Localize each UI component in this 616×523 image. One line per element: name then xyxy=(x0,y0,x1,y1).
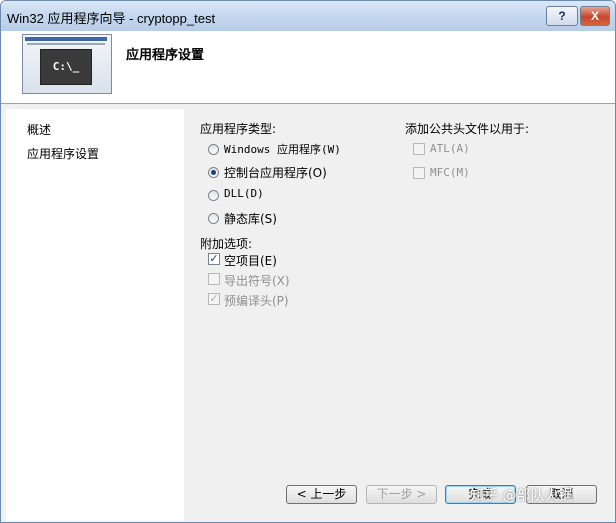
title-bar: Win32 应用程序向导 - cryptopp_test ? X xyxy=(1,1,615,31)
radio-dll[interactable] xyxy=(208,190,219,201)
radio-dll-label[interactable]: DLL(D) xyxy=(224,187,264,200)
watermark-text: 知乎 @部队火锅 xyxy=(470,488,573,504)
radio-console-app-label[interactable]: 控制台应用程序(O) xyxy=(224,164,327,181)
wizard-header: C:\_ 应用程序设置 xyxy=(1,31,615,104)
extra-options-heading: 附加选项: xyxy=(200,237,253,251)
console-prompt: C:\_ xyxy=(40,49,92,85)
checkbox-precompiled-header: ✓ xyxy=(208,292,220,305)
checkbox-empty-project[interactable]: ✓ xyxy=(208,253,220,265)
close-button[interactable]: X xyxy=(580,6,610,26)
checkbox-export-symbols-label: 导出符号(X) xyxy=(224,274,290,288)
checkbox-atl xyxy=(413,143,425,155)
common-headers-heading: 添加公共头文件以用于: xyxy=(405,122,530,136)
radio-console-app[interactable] xyxy=(208,167,219,178)
prev-button[interactable]: < 上一步 xyxy=(286,485,357,504)
checkbox-atl-label: ATL(A) xyxy=(430,142,470,155)
help-button[interactable]: ? xyxy=(546,6,578,26)
radio-static-lib[interactable] xyxy=(208,213,219,224)
app-type-heading: 应用程序类型: xyxy=(200,122,277,136)
wizard-window: Win32 应用程序向导 - cryptopp_test ? X C:\_ 应用… xyxy=(0,0,616,523)
help-icon: ? xyxy=(558,9,566,23)
sidebar-item-app-settings[interactable]: 应用程序设置 xyxy=(27,145,99,162)
radio-windows-app-label[interactable]: Windows 应用程序(W) xyxy=(224,141,341,157)
close-icon: X xyxy=(590,9,599,23)
radio-static-lib-label[interactable]: 静态库(S) xyxy=(224,210,277,227)
window-title: Win32 应用程序向导 - cryptopp_test xyxy=(7,11,216,26)
page-title: 应用程序设置 xyxy=(126,48,205,63)
checkbox-mfc-label: MFC(M) xyxy=(430,166,470,179)
wizard-sidebar: 概述 应用程序设置 xyxy=(6,109,184,521)
radio-windows-app[interactable] xyxy=(208,144,219,155)
settings-panel: 应用程序类型: Windows 应用程序(W) 控制台应用程序(O) DLL(D… xyxy=(187,109,615,521)
checkbox-mfc xyxy=(413,167,425,179)
checkbox-precompiled-header-label: 预编译头(P) xyxy=(224,294,289,308)
sidebar-item-overview[interactable]: 概述 xyxy=(27,121,51,138)
checkbox-export-symbols xyxy=(208,273,220,285)
console-app-logo-icon: C:\_ xyxy=(22,34,112,94)
checkbox-empty-project-label[interactable]: 空项目(E) xyxy=(224,252,277,269)
next-button: 下一步 > xyxy=(366,485,437,504)
